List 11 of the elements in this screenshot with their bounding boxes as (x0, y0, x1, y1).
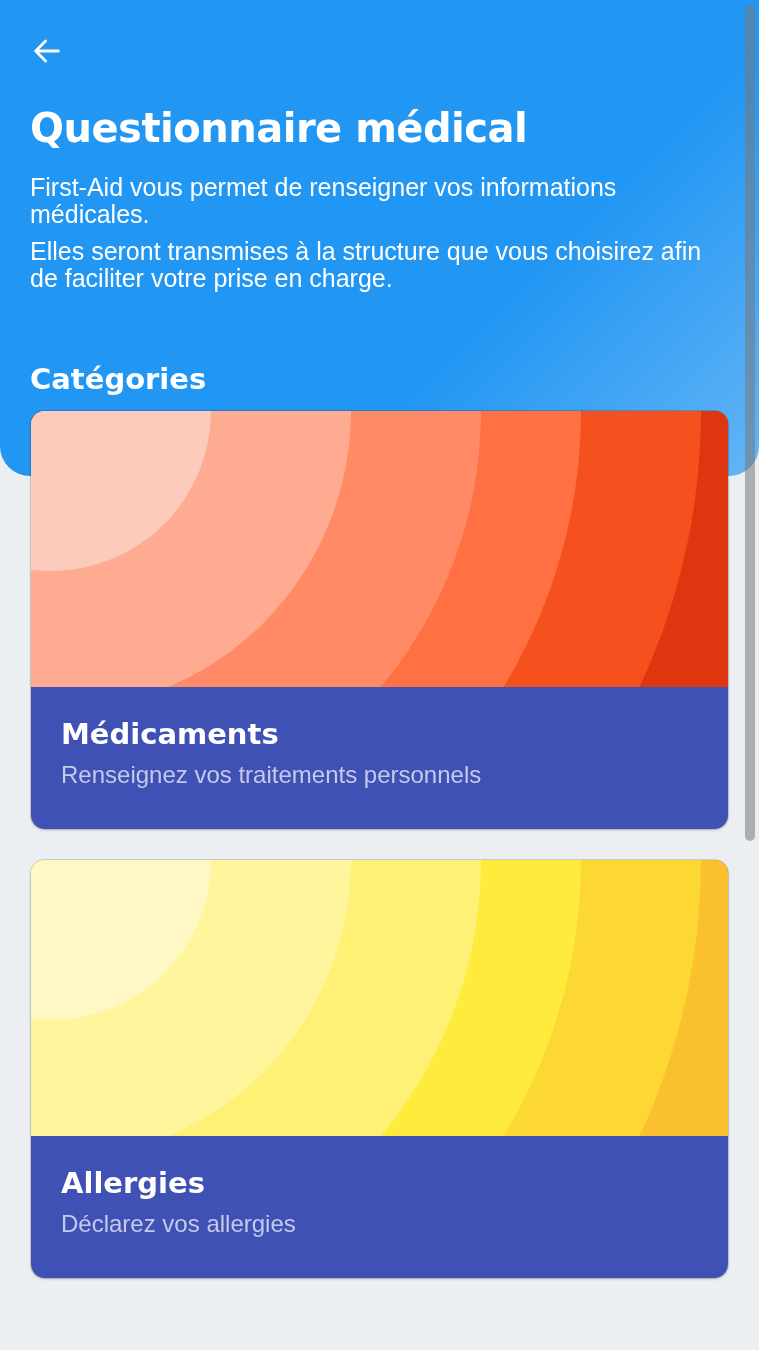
card-subtitle: Déclarez vos allergies (61, 1210, 297, 1238)
category-card[interactable]: Médicaments Renseignez vos traitements personnels (31, 411, 728, 829)
card-title: Médicaments (61, 717, 280, 751)
scrollbar[interactable] (745, 5, 755, 841)
description-text: First-Aid vous permet de renseigner vos informations médicales. (30, 174, 618, 228)
page-title: Questionnaire médical (30, 104, 529, 152)
section-title: Catégories (30, 362, 208, 396)
description-text: Elles seront transmises à la structure que vous choisirez afin de faciliter votre prise en charge. (30, 238, 703, 292)
card-subtitle: Renseignez vos traitements personnels (61, 761, 483, 789)
card-title: Allergies (61, 1166, 206, 1200)
category-card[interactable]: Allergies Déclarez vos allergies (31, 860, 728, 1278)
